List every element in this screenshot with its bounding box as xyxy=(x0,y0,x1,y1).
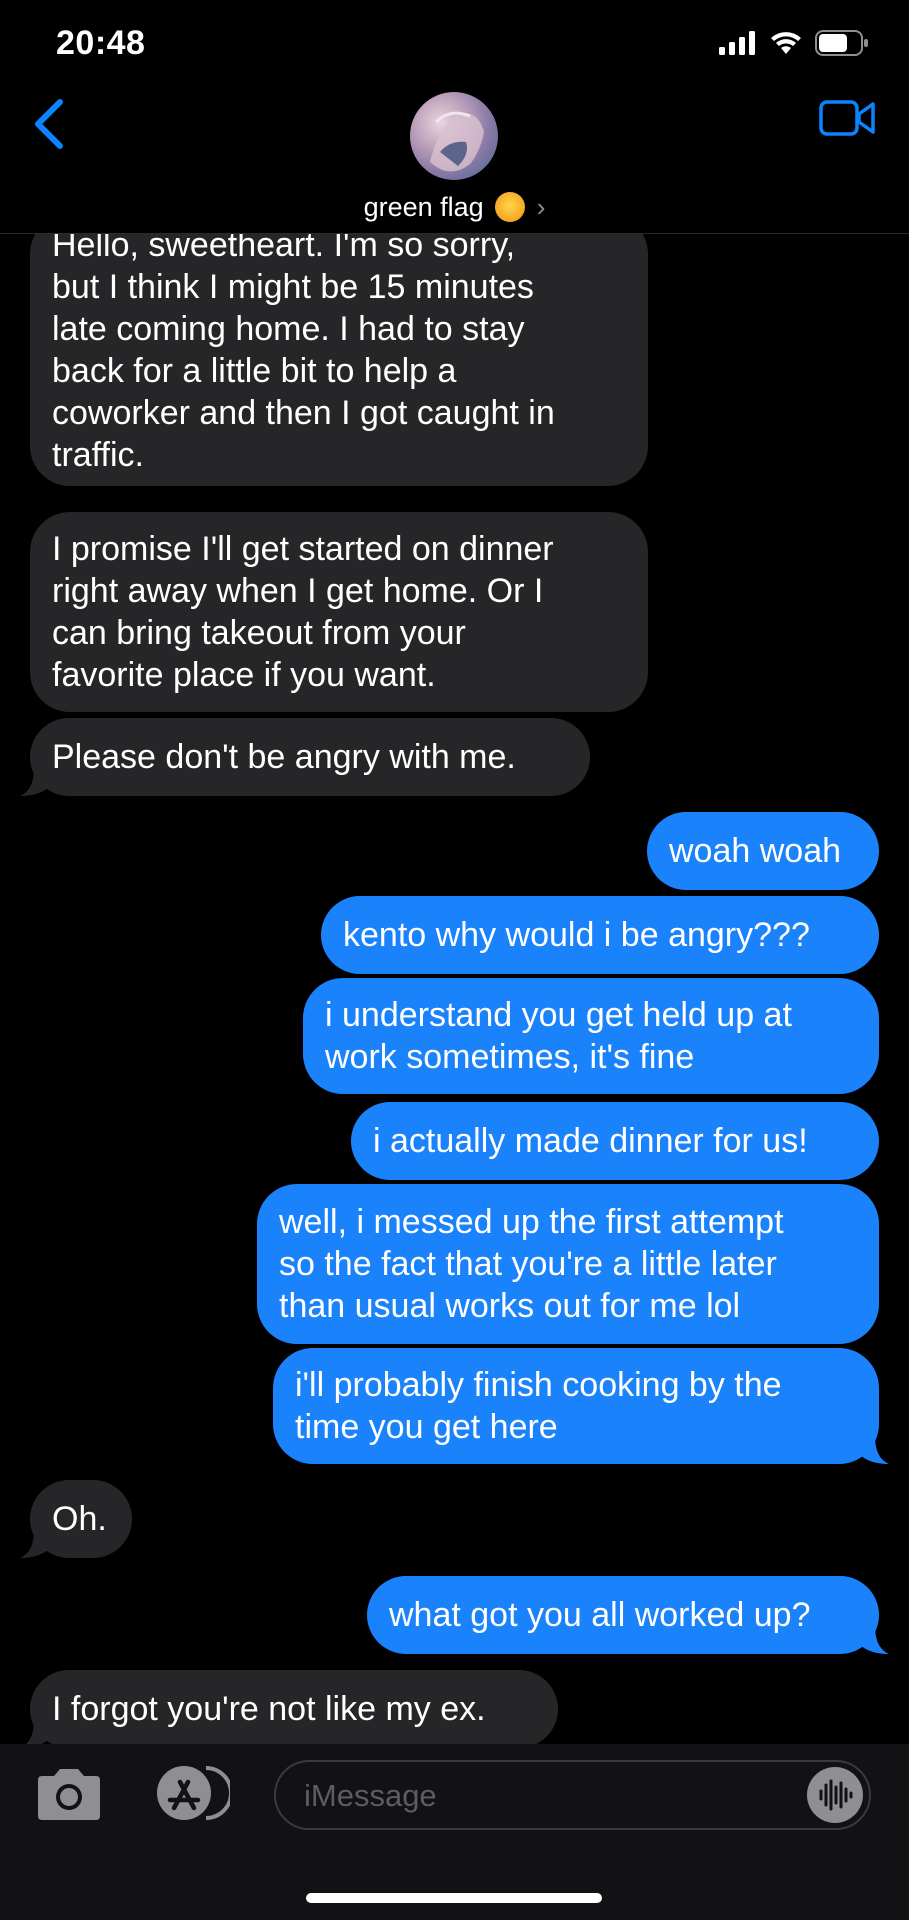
message-input-placeholder: iMessage xyxy=(304,1778,437,1813)
avatar[interactable] xyxy=(410,92,498,180)
message-text-line: so the fact that you're a little later xyxy=(279,1245,777,1283)
audio-waveform-icon xyxy=(819,1779,853,1811)
outgoing-message-bubble[interactable]: woah woah xyxy=(647,812,879,890)
outgoing-message-bubble[interactable]: i understand you get held up at work some… xyxy=(303,978,879,1094)
status-time: 20:48 xyxy=(56,24,146,62)
camera-icon[interactable] xyxy=(34,1766,104,1822)
outgoing-message-bubble[interactable]: i actually made dinner for us! xyxy=(351,1102,879,1180)
message-text-line: Oh. xyxy=(52,1500,107,1538)
message-thread[interactable]: Hello, sweetheart. I'm so sorry, but I th… xyxy=(0,234,909,1744)
status-icons xyxy=(719,30,869,56)
message-text-line: work sometimes, it's fine xyxy=(325,1038,695,1076)
message-text-line: i understand you get held up at xyxy=(325,996,792,1034)
outgoing-bubble-tail xyxy=(859,1436,889,1464)
message-text-line: late coming home. I had to stay xyxy=(52,310,525,348)
video-camera-icon[interactable] xyxy=(819,98,875,138)
message-text-line: favorite place if you want. xyxy=(52,656,436,694)
outgoing-message-bubble[interactable]: well, i messed up the first attempt so th… xyxy=(257,1184,879,1344)
wifi-icon xyxy=(771,32,801,54)
message-text-line: time you get here xyxy=(295,1408,558,1446)
message-text-line: Hello, sweetheart. I'm so sorry, xyxy=(52,234,516,264)
app-store-icon[interactable] xyxy=(148,1762,230,1824)
signal-icon xyxy=(719,31,755,55)
message-text-line: than usual works out for me lol xyxy=(279,1287,741,1325)
home-indicator[interactable] xyxy=(306,1893,602,1903)
message-text-line: right away when I get home. Or I xyxy=(52,572,544,610)
outgoing-bubble-tail xyxy=(859,1626,889,1654)
message-text-line: woah woah xyxy=(669,832,842,870)
back-chevron-icon[interactable] xyxy=(28,96,72,152)
incoming-message-bubble[interactable]: Please don't be angry with me. xyxy=(30,718,590,796)
message-text-line: back for a little bit to help a xyxy=(52,352,457,390)
message-input[interactable]: iMessage xyxy=(274,1760,871,1830)
message-text-line: can bring takeout from your xyxy=(52,614,466,652)
message-text-line: what got you all worked up? xyxy=(389,1596,811,1634)
audio-message-button[interactable] xyxy=(807,1767,863,1823)
incoming-bubble-tail xyxy=(20,768,50,796)
incoming-bubble-tail xyxy=(26,1720,50,1744)
outgoing-message-bubble[interactable]: i'll probably finish cooking by the time … xyxy=(273,1348,879,1464)
contact-name-row[interactable]: green flag › xyxy=(0,192,909,223)
smiling-face-with-hearts-icon xyxy=(495,192,526,222)
message-text-line: Please don't be angry with me. xyxy=(52,738,516,776)
message-text-line: coworker and then I got caught in xyxy=(52,394,555,432)
incoming-message-bubble[interactable]: I promise I'll get started on dinner righ… xyxy=(30,512,648,712)
message-text-line: i'll probably finish cooking by the xyxy=(295,1366,782,1404)
message-text-line: I forgot you're not like my ex. xyxy=(52,1690,486,1728)
message-text-line: well, i messed up the first attempt xyxy=(279,1203,784,1241)
incoming-bubble-tail xyxy=(20,1530,50,1558)
battery-icon xyxy=(815,30,868,56)
incoming-message-bubble[interactable]: Hello, sweetheart. I'm so sorry, but I th… xyxy=(30,234,648,486)
contact-name: green flag xyxy=(363,192,484,222)
outgoing-message-bubble[interactable]: kento why would i be angry??? xyxy=(321,896,879,974)
message-text-line: but I think I might be 15 minutes xyxy=(52,268,534,306)
message-text-line: i actually made dinner for us! xyxy=(373,1122,808,1160)
chevron-right-icon: › xyxy=(536,192,546,222)
message-text-line: I promise I'll get started on dinner xyxy=(52,530,554,568)
message-text-line: kento why would i be angry??? xyxy=(343,916,810,954)
outgoing-message-bubble[interactable]: what got you all worked up? xyxy=(367,1576,879,1654)
incoming-message-bubble[interactable]: I forgot you're not like my ex. xyxy=(30,1670,558,1744)
message-text-line: traffic. xyxy=(52,436,144,474)
